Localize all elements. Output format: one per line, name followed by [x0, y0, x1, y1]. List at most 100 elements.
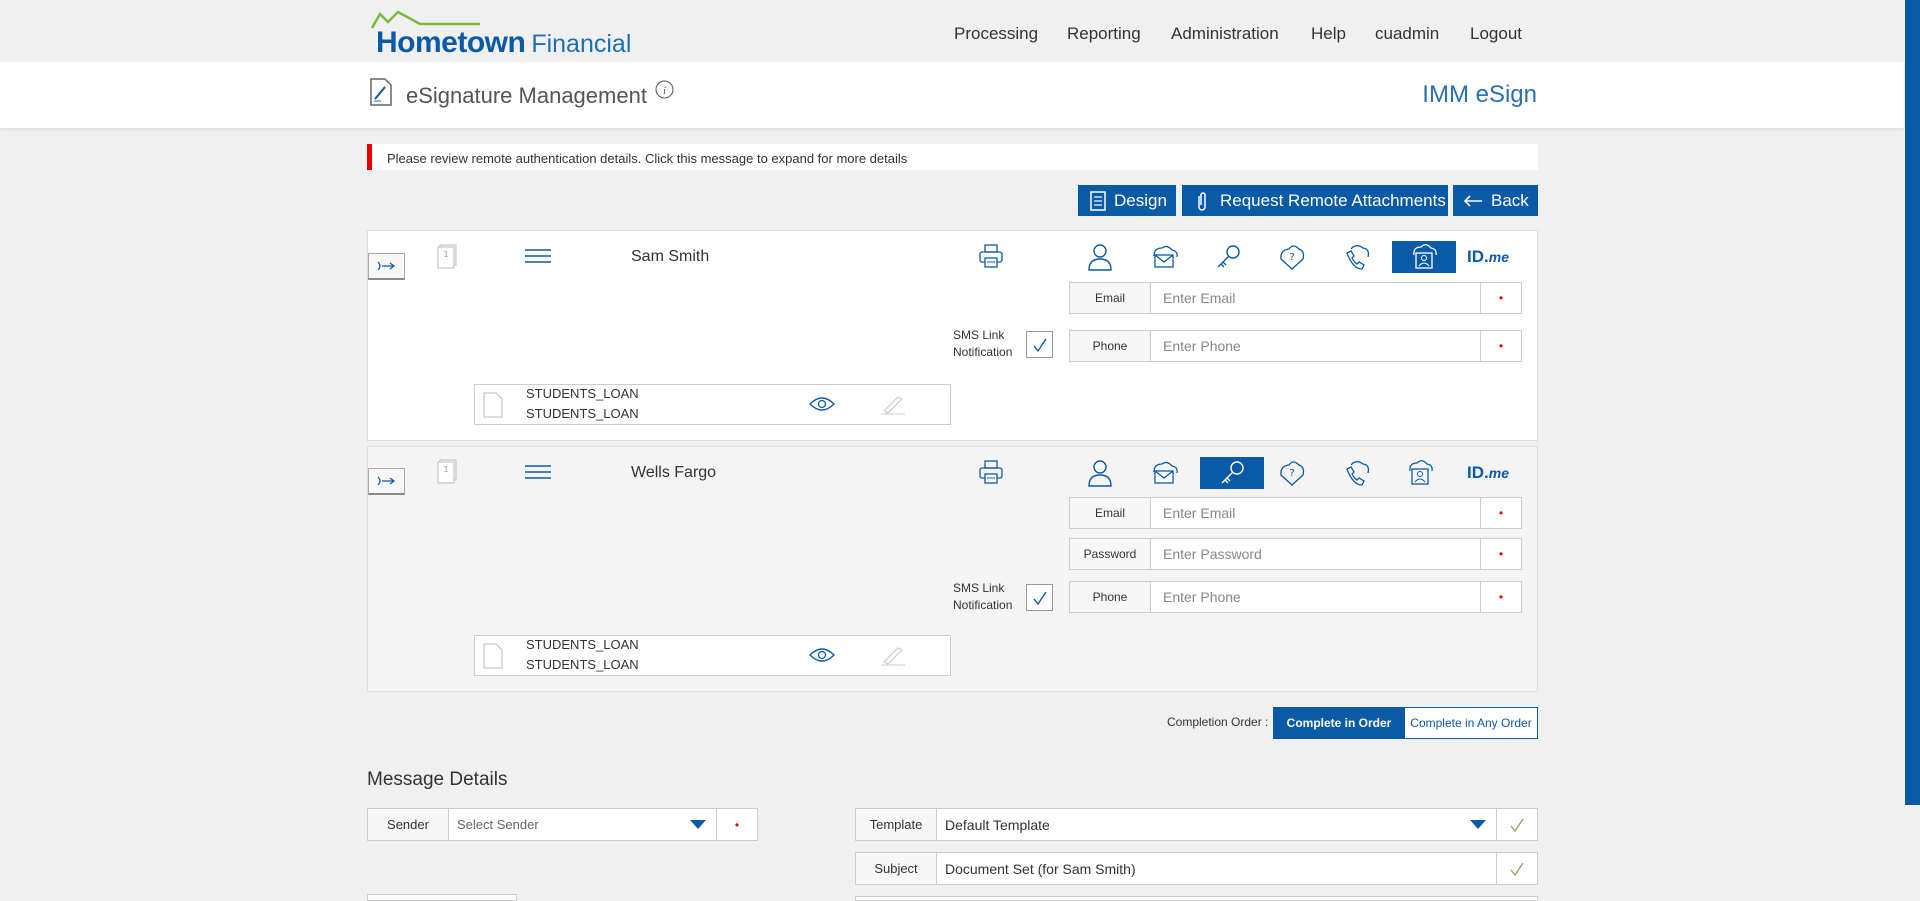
vertical-scrollbar[interactable] [1905, 0, 1920, 805]
svg-text:?: ? [1289, 468, 1294, 479]
sms-link-notification-label: SMS Link Notification [953, 328, 1013, 359]
route-arrow-icon [377, 261, 395, 271]
document-names: STUDENTS_LOAN STUDENTS_LOAN [526, 386, 639, 421]
sms-notification-checkbox[interactable] [1026, 331, 1053, 358]
phone-field-label: Phone [1070, 582, 1151, 612]
email-input[interactable] [1151, 283, 1480, 313]
idme-logo-icon[interactable]: ID.me [1456, 241, 1520, 273]
checkmark-icon [1032, 338, 1047, 352]
arrow-left-icon [1463, 194, 1482, 207]
route-arrow-icon [377, 476, 395, 486]
svg-text:?: ? [1289, 252, 1294, 263]
auth-cloud-mail-icon[interactable] [1132, 241, 1196, 273]
sender-label: Sender [368, 809, 449, 840]
auth-cloud-phone-icon[interactable] [1324, 457, 1388, 489]
password-input[interactable] [1151, 539, 1480, 569]
complete-in-any-order-toggle[interactable]: Complete in Any Order [1404, 707, 1538, 739]
view-eye-icon[interactable] [809, 396, 835, 412]
phone-field-label: Phone [1070, 331, 1151, 361]
drag-handle-icon[interactable] [525, 464, 551, 480]
sms-link-notification-label: SMS Link Notification [953, 581, 1013, 612]
request-remote-attachments-button[interactable]: Request Remote Attachments [1182, 185, 1448, 216]
design-button-label: Design [1114, 190, 1167, 210]
subject-label: Subject [856, 853, 937, 884]
auth-cloud-mail-icon[interactable] [1132, 457, 1196, 489]
page-title: eSignature Management [406, 83, 647, 108]
auth-id-card-icon[interactable] [1392, 241, 1456, 273]
document-icon [483, 643, 503, 669]
sender-value: Select Sender [457, 817, 539, 832]
printer-icon[interactable] [978, 459, 1004, 485]
phone-input[interactable] [1151, 331, 1480, 361]
printer-icon[interactable] [978, 243, 1004, 269]
auth-key-icon[interactable] [1200, 457, 1264, 489]
subject-value[interactable]: Document Set (for Sam Smith) [937, 853, 1496, 884]
document-icon [483, 392, 503, 418]
paperclip-icon [1198, 191, 1206, 211]
signer-toggle-button[interactable] [368, 253, 405, 280]
email-field-label: Email [1070, 283, 1151, 313]
signer-name: Sam Smith [631, 248, 710, 265]
required-indicator: • [1480, 331, 1521, 361]
auth-person-icon[interactable] [1068, 457, 1132, 489]
imm-esign-brand: IMM eSign [1422, 81, 1537, 108]
hometown-financial-logo[interactable]: Hometown Financial [370, 10, 640, 59]
password-field-label: Password [1070, 539, 1151, 569]
nav-reporting[interactable]: Reporting [1067, 24, 1141, 44]
auth-cloud-phone-icon[interactable] [1324, 241, 1388, 273]
auth-cloud-question-icon[interactable]: ? [1260, 241, 1324, 273]
info-icon[interactable]: i [655, 80, 674, 99]
logo-text: Hometown Financial [376, 26, 632, 59]
template-select[interactable]: Template Default Template [855, 808, 1538, 841]
nav-user-account[interactable]: cuadmin [1375, 24, 1439, 44]
view-eye-icon[interactable] [809, 647, 835, 663]
nav-administration[interactable]: Administration [1171, 24, 1279, 44]
valid-check-icon [1496, 853, 1537, 884]
auth-key-icon[interactable] [1196, 241, 1260, 273]
required-indicator: • [1480, 539, 1521, 569]
svg-text:i: i [663, 85, 666, 97]
template-value: Default Template [945, 816, 1050, 833]
design-button[interactable]: Design [1078, 185, 1176, 216]
nav-processing[interactable]: Processing [954, 24, 1038, 44]
nav-logout[interactable]: Logout [1470, 24, 1522, 44]
email-field-label: Email [1070, 498, 1151, 528]
required-indicator: • [1480, 283, 1521, 313]
required-indicator: • [1480, 498, 1521, 528]
required-indicator: • [1480, 582, 1521, 612]
svg-text:1: 1 [443, 465, 448, 474]
checkmark-icon [1032, 591, 1047, 605]
phone-field-row: Phone • [1069, 330, 1522, 362]
back-button[interactable]: Back [1453, 185, 1538, 216]
sign-pen-icon[interactable] [880, 644, 906, 666]
sign-pen-icon[interactable] [880, 393, 906, 415]
message-details-title: Message Details [367, 769, 508, 790]
idme-logo-icon[interactable]: ID.me [1456, 457, 1520, 489]
auth-cloud-question-icon[interactable]: ? [1260, 457, 1324, 489]
partial-field-row [367, 894, 517, 901]
auth-person-icon[interactable] [1068, 241, 1132, 273]
chevron-down-icon[interactable] [1470, 809, 1496, 840]
design-document-icon [1090, 190, 1106, 211]
chevron-down-icon[interactable] [690, 809, 716, 840]
signing-order-icon: 1 [437, 244, 457, 269]
phone-input[interactable] [1151, 582, 1480, 612]
subject-field[interactable]: Subject Document Set (for Sam Smith) [855, 852, 1538, 885]
password-field-row: Password • [1069, 538, 1522, 570]
sender-select[interactable]: Sender Select Sender • [367, 808, 758, 841]
complete-in-order-toggle[interactable]: Complete in Order [1273, 707, 1405, 739]
template-label: Template [856, 809, 937, 840]
phone-field-row: Phone • [1069, 581, 1522, 613]
email-input[interactable] [1151, 498, 1480, 528]
completion-order-label: Completion Order : [1167, 715, 1269, 729]
signer-toggle-button[interactable] [368, 468, 405, 495]
signing-order-icon: 1 [437, 459, 457, 484]
email-field-row: Email • [1069, 497, 1522, 529]
back-button-label: Back [1491, 190, 1529, 210]
remote-auth-alert[interactable]: Please review remote authentication deta… [367, 144, 1538, 170]
auth-id-card-icon[interactable] [1388, 457, 1452, 489]
drag-handle-icon[interactable] [525, 248, 551, 264]
required-indicator: • [716, 809, 757, 840]
nav-help[interactable]: Help [1311, 24, 1346, 44]
sms-notification-checkbox[interactable] [1026, 584, 1053, 611]
